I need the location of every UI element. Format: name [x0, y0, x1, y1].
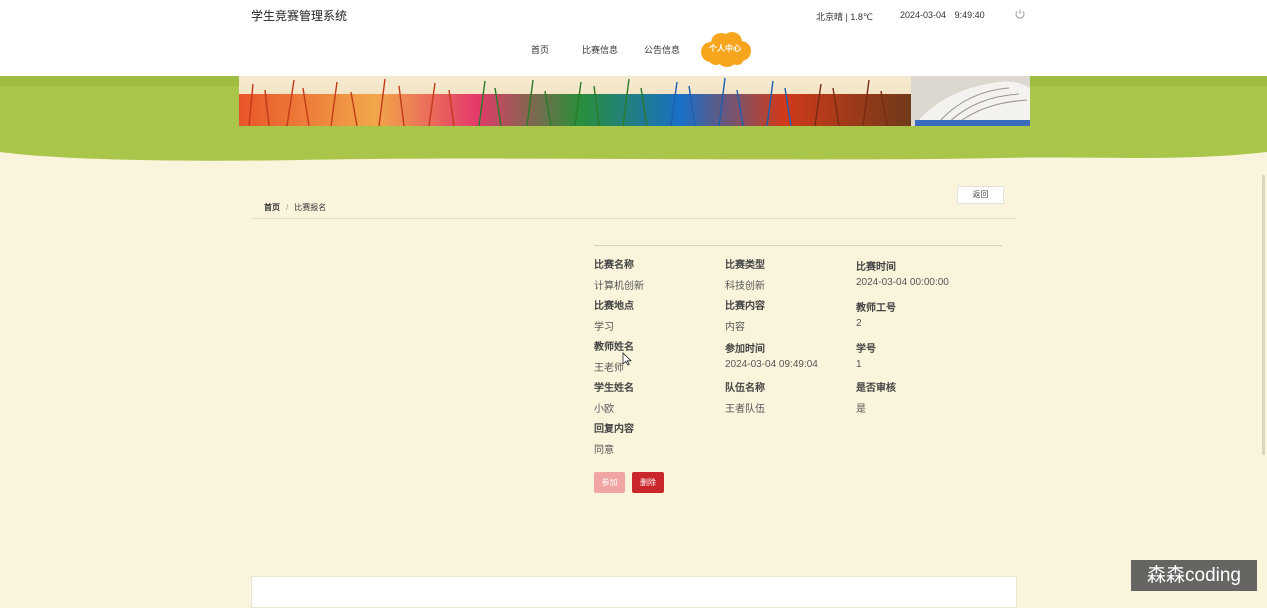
breadcrumb: 首页 / 比赛报名	[264, 202, 326, 213]
field-value-competition-content: 内容	[725, 322, 745, 333]
field-label-team-name: 队伍名称	[725, 383, 765, 394]
field-label-teacher-id: 教师工号	[856, 303, 896, 314]
field-value-review-status: 是	[856, 404, 866, 415]
watermark: 森森coding	[1131, 560, 1257, 591]
banner-image	[239, 76, 1030, 126]
datetime: 2024-03-04 9:49:40	[900, 10, 985, 20]
field-value-student-name: 小欧	[594, 404, 614, 415]
field-value-competition-time: 2024-03-04 00:00:00	[856, 277, 949, 288]
top-header: 学生竞赛管理系统 北京晴 | 1.8℃ 2024-03-04 9:49:40 首…	[0, 0, 1267, 77]
detail-top-divider	[594, 245, 1002, 246]
current-time: 9:49:40	[954, 10, 985, 20]
field-label-teacher-name: 教师姓名	[594, 342, 634, 353]
field-value-reply-content: 同意	[594, 445, 614, 456]
nav-personal-center-label: 个人中心	[709, 44, 741, 53]
breadcrumb-divider	[251, 218, 1016, 219]
field-label-review-status: 是否审核	[856, 383, 896, 394]
field-label-competition-place: 比赛地点	[594, 301, 634, 312]
field-label-join-time: 参加时间	[725, 344, 765, 355]
site-title: 学生竞赛管理系统	[251, 9, 348, 23]
field-label-student-name: 学生姓名	[594, 383, 634, 394]
field-label-competition-time: 比赛时间	[856, 262, 896, 273]
grass-banner-image	[239, 76, 1030, 126]
scrollbar[interactable]	[1262, 175, 1265, 455]
breadcrumb-separator: /	[286, 203, 289, 212]
field-label-reply-content: 回复内容	[594, 424, 634, 435]
nav-item-competition[interactable]: 比赛信息	[582, 43, 618, 56]
footer-box	[251, 576, 1017, 608]
nav-item-notice[interactable]: 公告信息	[644, 43, 680, 56]
delete-button[interactable]: 删除	[632, 472, 664, 493]
field-value-teacher-id: 2	[856, 318, 862, 329]
current-date: 2024-03-04	[900, 10, 947, 20]
field-value-competition-place: 学习	[594, 322, 614, 333]
breadcrumb-current: 比赛报名	[294, 203, 327, 212]
field-label-student-id: 学号	[856, 344, 876, 355]
field-value-competition-type: 科技创新	[725, 281, 765, 292]
main-nav: 首页 比赛信息 公告信息 个人中心	[0, 29, 1267, 69]
banner	[0, 76, 1267, 162]
back-button[interactable]: 返回	[957, 186, 1004, 204]
weather-info: 北京晴 | 1.8℃	[816, 12, 873, 22]
field-value-teacher-name: 王老师	[594, 363, 624, 374]
field-label-competition-name: 比赛名称	[594, 260, 634, 271]
field-value-student-id: 1	[856, 359, 862, 370]
breadcrumb-home[interactable]: 首页	[264, 203, 280, 212]
nav-item-personal-center[interactable]: 个人中心	[697, 30, 753, 68]
field-label-competition-content: 比赛内容	[725, 301, 765, 312]
power-icon[interactable]	[1014, 8, 1026, 20]
mouse-cursor-icon	[622, 352, 632, 366]
join-button[interactable]: 参加	[594, 472, 625, 493]
field-label-competition-type: 比赛类型	[725, 260, 765, 271]
field-value-team-name: 王者队伍	[725, 404, 765, 415]
nav-item-home[interactable]: 首页	[531, 43, 549, 56]
field-value-competition-name: 计算机创新	[594, 281, 644, 292]
field-value-join-time: 2024-03-04 09:49:04	[725, 359, 818, 370]
